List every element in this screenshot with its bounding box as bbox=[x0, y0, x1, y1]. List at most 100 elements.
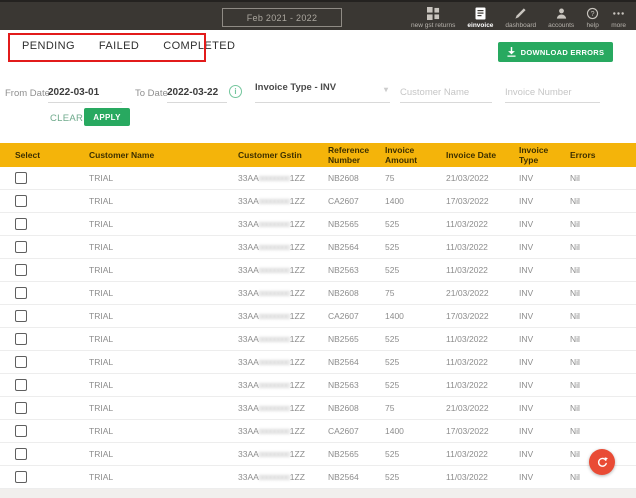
row-checkbox[interactable] bbox=[15, 287, 27, 299]
filter-actions: CLEAR APPLY bbox=[0, 108, 300, 128]
cell-customer-gstin: 33AA000000001ZZ bbox=[223, 373, 313, 397]
gstin-redacted: 00000000 bbox=[258, 358, 290, 367]
row-checkbox[interactable] bbox=[15, 402, 27, 414]
nav-item-dashboard[interactable]: dashboard bbox=[499, 3, 542, 29]
table-row: TRIAL 33AA000000001ZZ NB2608 75 21/03/20… bbox=[0, 167, 636, 190]
nav-item-accounts[interactable]: accounts bbox=[542, 3, 580, 29]
nav-label: help bbox=[586, 22, 599, 29]
cell-customer-name: TRIAL bbox=[74, 327, 223, 351]
cell-customer-gstin: 33AA000000001ZZ bbox=[223, 212, 313, 236]
gstin-redacted: 00000000 bbox=[258, 427, 290, 436]
table-row: TRIAL 33AA000000001ZZ NB2564 525 11/03/2… bbox=[0, 350, 636, 374]
row-checkbox[interactable] bbox=[15, 379, 27, 391]
nav-item-more[interactable]: more bbox=[605, 3, 632, 29]
cell-invoice-type: INV bbox=[504, 442, 555, 466]
gstin-redacted: 00000000 bbox=[258, 404, 290, 413]
cell-customer-name: TRIAL bbox=[74, 189, 223, 213]
cell-customer-gstin: 33AA000000001ZZ bbox=[223, 235, 313, 259]
cell-customer-gstin: 33AA000000001ZZ bbox=[223, 419, 313, 443]
cell-errors: Nil bbox=[555, 281, 636, 305]
from-date-input[interactable] bbox=[48, 82, 122, 103]
gstin-redacted: 00000000 bbox=[258, 289, 290, 298]
col-invoice-type: Invoice Type bbox=[504, 143, 555, 167]
table-row: TRIAL 33AA000000001ZZ NB2565 525 11/03/2… bbox=[0, 327, 636, 351]
cell-customer-gstin: 33AA000000001ZZ bbox=[223, 396, 313, 420]
row-checkbox[interactable] bbox=[15, 425, 27, 437]
cell-invoice-type: INV bbox=[504, 465, 555, 489]
row-checkbox[interactable] bbox=[15, 333, 27, 345]
cell-customer-gstin: 33AA000000001ZZ bbox=[223, 258, 313, 282]
tab-failed[interactable]: FAILED bbox=[99, 40, 139, 52]
period-selector[interactable]: Feb 2021 - 2022 bbox=[222, 8, 342, 27]
col-customer-gstin: Customer Gstin bbox=[223, 143, 313, 167]
nav-label: einvoice bbox=[467, 22, 494, 29]
cell-errors: Nil bbox=[555, 304, 636, 328]
customer-name-input[interactable] bbox=[400, 82, 492, 103]
cell-errors: Nil bbox=[555, 235, 636, 259]
nav-item-help[interactable]: ? help bbox=[580, 3, 605, 29]
table-row: TRIAL 33AA000000001ZZ NB2563 525 11/03/2… bbox=[0, 373, 636, 397]
cell-invoice-amount: 1400 bbox=[370, 304, 431, 328]
cell-invoice-amount: 525 bbox=[370, 373, 431, 397]
cell-invoice-amount: 525 bbox=[370, 350, 431, 374]
row-checkbox[interactable] bbox=[15, 195, 27, 207]
clear-button[interactable]: CLEAR bbox=[44, 112, 89, 125]
cell-errors: Nil bbox=[555, 350, 636, 374]
cell-invoice-date: 21/03/2022 bbox=[431, 167, 504, 190]
cell-invoice-amount: 1400 bbox=[370, 189, 431, 213]
row-checkbox[interactable] bbox=[15, 471, 27, 483]
cell-errors: Nil bbox=[555, 189, 636, 213]
invoice-table-body: TRIAL 33AA000000001ZZ NB2608 75 21/03/20… bbox=[0, 167, 636, 489]
cell-customer-name: TRIAL bbox=[74, 465, 223, 489]
gstin-redacted: 00000000 bbox=[258, 312, 290, 321]
row-checkbox[interactable] bbox=[15, 448, 27, 460]
invoice-number-input[interactable] bbox=[505, 82, 600, 103]
tab-pending[interactable]: PENDING bbox=[22, 40, 75, 52]
cell-invoice-type: INV bbox=[504, 304, 555, 328]
info-icon[interactable]: i bbox=[229, 85, 242, 98]
to-date-input[interactable] bbox=[167, 82, 227, 103]
gstin-redacted: 00000000 bbox=[258, 473, 290, 482]
nav-label: accounts bbox=[548, 22, 575, 29]
download-errors-button[interactable]: DOWNLOAD ERRORS bbox=[498, 42, 613, 62]
gstin-redacted: 00000000 bbox=[258, 381, 290, 390]
nav-item-new-gst-returns[interactable]: new gst returns bbox=[405, 3, 461, 29]
cell-invoice-type: INV bbox=[504, 235, 555, 259]
row-checkbox[interactable] bbox=[15, 264, 27, 276]
cell-customer-name: TRIAL bbox=[74, 281, 223, 305]
download-label: DOWNLOAD ERRORS bbox=[520, 47, 605, 57]
pencil-icon bbox=[514, 6, 527, 20]
cell-invoice-date: 21/03/2022 bbox=[431, 281, 504, 305]
apply-button[interactable]: APPLY bbox=[84, 108, 130, 126]
nav-item-einvoice[interactable]: einvoice bbox=[461, 3, 499, 29]
cell-invoice-date: 11/03/2022 bbox=[431, 235, 504, 259]
row-checkbox[interactable] bbox=[15, 241, 27, 253]
filter-bar: From Date To Date i Invoice Type - INV ▾ bbox=[0, 82, 636, 104]
invoice-type-select[interactable]: Invoice Type - INV ▾ bbox=[255, 82, 390, 103]
cell-customer-gstin: 33AA000000001ZZ bbox=[223, 281, 313, 305]
row-checkbox[interactable] bbox=[15, 218, 27, 230]
col-invoice-amount: Invoice Amount bbox=[370, 143, 431, 167]
cell-invoice-amount: 75 bbox=[370, 396, 431, 420]
cell-invoice-date: 17/03/2022 bbox=[431, 304, 504, 328]
cell-invoice-amount: 1400 bbox=[370, 419, 431, 443]
refresh-fab[interactable] bbox=[589, 449, 615, 475]
topbar: Feb 2021 - 2022 new gst returns einvoice… bbox=[0, 0, 636, 30]
cell-invoice-date: 11/03/2022 bbox=[431, 258, 504, 282]
cell-reference-number: CA2607 bbox=[313, 189, 370, 213]
cell-invoice-type: INV bbox=[504, 396, 555, 420]
cell-customer-gstin: 33AA000000001ZZ bbox=[223, 304, 313, 328]
cell-invoice-date: 11/03/2022 bbox=[431, 350, 504, 374]
gstin-redacted: 00000000 bbox=[258, 266, 290, 275]
cell-invoice-type: INV bbox=[504, 373, 555, 397]
row-checkbox[interactable] bbox=[15, 310, 27, 322]
cell-reference-number: NB2564 bbox=[313, 235, 370, 259]
row-checkbox[interactable] bbox=[15, 356, 27, 368]
cell-invoice-type: INV bbox=[504, 212, 555, 236]
cell-reference-number: NB2565 bbox=[313, 442, 370, 466]
tab-completed[interactable]: COMPLETED bbox=[163, 40, 235, 52]
row-checkbox[interactable] bbox=[15, 172, 27, 184]
table-row: TRIAL 33AA000000001ZZ NB2564 525 11/03/2… bbox=[0, 465, 636, 489]
cell-invoice-date: 11/03/2022 bbox=[431, 327, 504, 351]
cell-customer-name: TRIAL bbox=[74, 373, 223, 397]
